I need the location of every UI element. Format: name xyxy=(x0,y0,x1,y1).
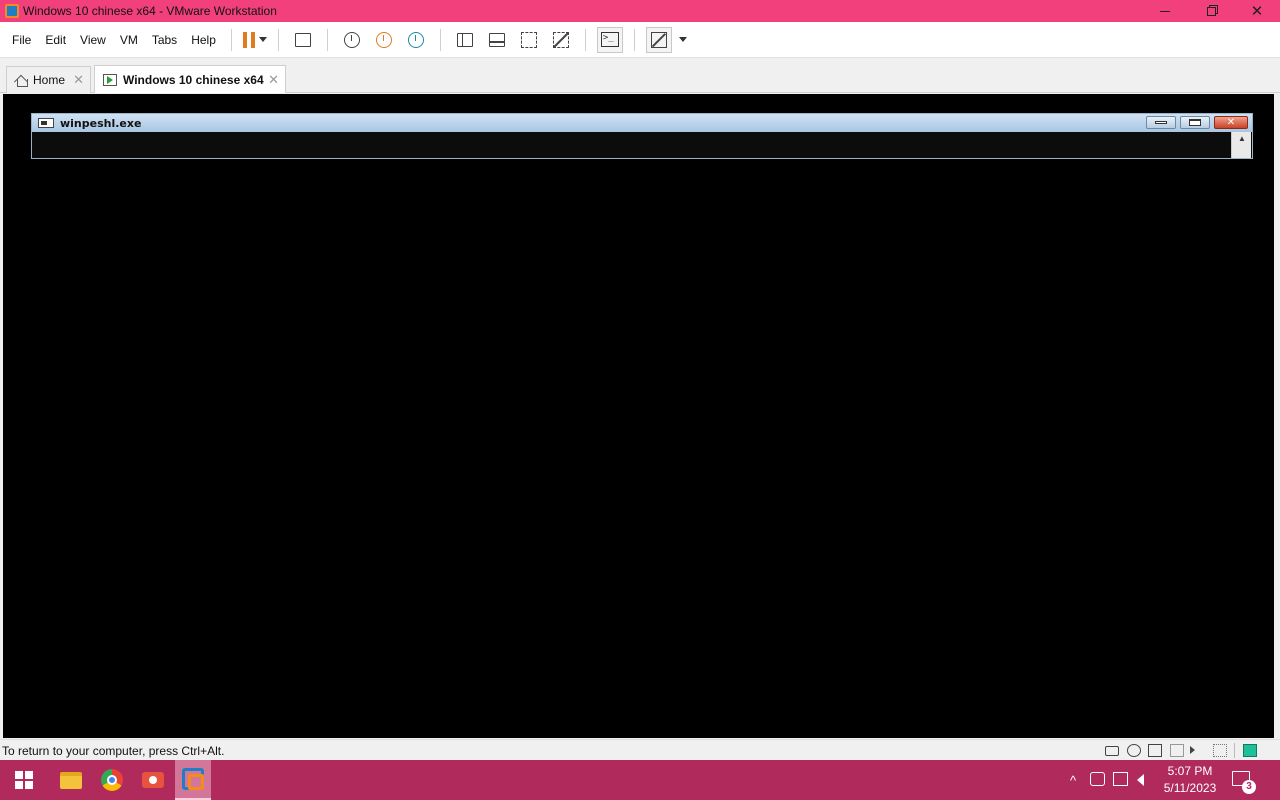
show-library-icon xyxy=(456,32,473,47)
chevron-down-icon[interactable] xyxy=(258,37,267,42)
tab-home-label: Home xyxy=(33,73,66,87)
snapshot-icon xyxy=(343,31,360,48)
show-library-button[interactable] xyxy=(452,27,478,53)
sound-card-icon[interactable] xyxy=(1190,746,1195,754)
cd-dvd-icon[interactable] xyxy=(1127,744,1141,757)
console-window-icon xyxy=(38,118,54,128)
pause-icon xyxy=(242,31,255,48)
chevron-down-icon[interactable] xyxy=(678,37,687,42)
taskbar-file-explorer[interactable] xyxy=(53,760,89,800)
toolbar-separator xyxy=(439,28,441,51)
stretch-guest-button[interactable] xyxy=(645,26,672,53)
full-screen-icon xyxy=(520,31,537,48)
guest-scrollbar[interactable]: ▲ xyxy=(1231,132,1251,158)
power-pause-button[interactable] xyxy=(242,27,267,53)
tab-vm[interactable]: Windows 10 chinese x64 ✕ xyxy=(94,65,286,93)
restore-icon xyxy=(1206,6,1216,16)
minimize-icon xyxy=(1155,121,1167,124)
console-view-icon: >_ xyxy=(600,32,619,47)
send-ctrl-alt-del-icon xyxy=(294,32,311,47)
toolbar-separator xyxy=(584,28,586,51)
minimize-button[interactable] xyxy=(1142,0,1188,22)
menu-view[interactable]: View xyxy=(73,22,113,58)
taskbar-screen-recorder[interactable] xyxy=(135,760,171,800)
full-screen-button[interactable] xyxy=(516,27,542,53)
guest-console-body[interactable] xyxy=(32,132,1230,158)
menu-file[interactable]: File xyxy=(5,22,38,58)
tab-close-icon[interactable]: ✕ xyxy=(73,72,84,88)
network-icon[interactable] xyxy=(1113,772,1128,786)
menu-tabs[interactable]: Tabs xyxy=(145,22,184,58)
chrome-icon xyxy=(101,769,123,791)
menu-help[interactable]: Help xyxy=(184,22,223,58)
status-separator xyxy=(1234,743,1235,758)
close-icon: ✕ xyxy=(1226,117,1236,128)
title-bar: Windows 10 chinese x64 - VMware Workstat… xyxy=(0,0,1280,22)
printer-icon[interactable] xyxy=(1170,744,1184,757)
guest-close-button[interactable]: ✕ xyxy=(1214,116,1248,129)
guest-title-bar[interactable]: winpeshl.exe ✕ xyxy=(32,114,1252,132)
show-hidden-icons-button[interactable]: ^ xyxy=(1064,760,1082,800)
vmware-app-icon xyxy=(5,4,19,18)
message-log-icon[interactable] xyxy=(1243,744,1257,757)
restore-button[interactable] xyxy=(1188,0,1234,22)
tab-close-icon[interactable]: ✕ xyxy=(268,72,279,88)
snapshot-manager-button[interactable] xyxy=(403,27,429,53)
maximize-icon xyxy=(1189,119,1201,126)
revert-snapshot-button[interactable] xyxy=(371,27,397,53)
close-icon: ✕ xyxy=(1250,2,1264,20)
console-view-button[interactable]: >_ xyxy=(596,26,623,53)
vm-running-icon xyxy=(103,73,117,86)
tab-bar: Home ✕ Windows 10 chinese x64 ✕ xyxy=(0,59,1280,93)
network-adapter-icon[interactable] xyxy=(1148,744,1162,757)
guest-window-title: winpeshl.exe xyxy=(60,116,142,130)
home-icon xyxy=(15,74,28,87)
clock-time: 5:07 PM xyxy=(1167,764,1213,778)
taskbar-chrome[interactable] xyxy=(94,760,130,800)
thumbnail-bar-icon xyxy=(488,32,505,47)
close-button[interactable]: ✕ xyxy=(1234,0,1280,22)
file-explorer-icon xyxy=(60,771,82,789)
scroll-up-icon[interactable]: ▲ xyxy=(1232,132,1252,146)
take-snapshot-button[interactable] xyxy=(339,27,365,53)
stretch-guest-icon xyxy=(650,31,667,48)
toolbar-separator xyxy=(633,28,635,51)
windows-start-icon xyxy=(15,771,33,789)
toolbar-separator xyxy=(277,28,279,51)
guest-window-winpeshl[interactable]: winpeshl.exe ✕ ▲ xyxy=(31,113,1253,159)
minimize-icon xyxy=(1160,10,1170,12)
taskbar-vmware-workstation[interactable] xyxy=(175,760,211,800)
vmware-workstation-icon xyxy=(182,768,204,790)
window-title: Windows 10 chinese x64 - VMware Workstat… xyxy=(23,4,277,18)
thumbnail-bar-button[interactable] xyxy=(484,27,510,53)
unity-icon xyxy=(552,31,569,48)
taskbar-clock[interactable]: 5:07 PM 5/11/2023 xyxy=(1160,763,1220,797)
meet-now-icon[interactable] xyxy=(1090,772,1105,786)
tab-home[interactable]: Home ✕ xyxy=(6,66,91,93)
notification-count-badge: 3 xyxy=(1242,780,1256,794)
status-bar: To return to your computer, press Ctrl+A… xyxy=(0,739,1280,760)
toolbar-separator xyxy=(230,28,232,51)
menu-edit[interactable]: Edit xyxy=(38,22,73,58)
menu-toolbar: File Edit View VM Tabs Help >_ xyxy=(0,22,1280,58)
hard-disk-icon[interactable] xyxy=(1105,746,1119,756)
status-message: To return to your computer, press Ctrl+A… xyxy=(2,744,225,758)
guest-minimize-button[interactable] xyxy=(1146,116,1176,129)
snapshot-manager-icon xyxy=(407,31,424,48)
toolbar-separator xyxy=(326,28,328,51)
send-ctrl-alt-del-button[interactable] xyxy=(290,27,316,53)
windows-taskbar: ^ 5:07 PM 5/11/2023 3 xyxy=(0,760,1280,800)
clock-date: 5/11/2023 xyxy=(1163,781,1217,795)
tab-vm-label: Windows 10 chinese x64 xyxy=(123,72,264,87)
revert-snapshot-icon xyxy=(375,31,392,48)
volume-icon[interactable] xyxy=(1137,774,1144,786)
menu-vm[interactable]: VM xyxy=(113,22,145,58)
unity-button[interactable] xyxy=(548,27,574,53)
vm-console-display[interactable]: winpeshl.exe ✕ ▲ xyxy=(3,94,1274,738)
guest-maximize-button[interactable] xyxy=(1180,116,1210,129)
screen-recorder-icon xyxy=(142,772,164,788)
chevron-up-icon: ^ xyxy=(1069,772,1077,788)
display-icon[interactable] xyxy=(1213,744,1227,757)
start-button[interactable] xyxy=(0,760,48,800)
